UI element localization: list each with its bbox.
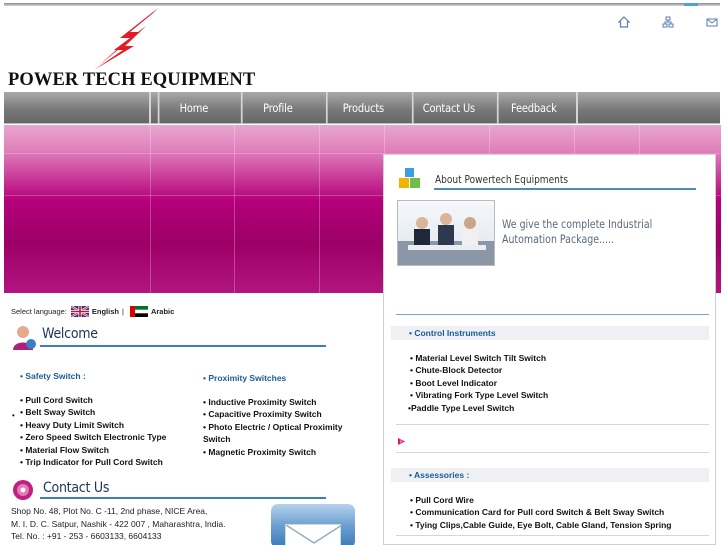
user-icon — [11, 324, 37, 352]
top-rule — [4, 3, 720, 6]
nav-products[interactable]: Products — [325, 92, 399, 124]
about-text: We give the complete Industrial Automati… — [502, 217, 653, 246]
welcome-heading: Welcome — [42, 326, 98, 342]
nav-feedback[interactable]: Feedback — [496, 92, 569, 124]
language-selector: Select language: English | Arabic — [11, 305, 174, 318]
list-item[interactable]: • Communication Card for Pull cord Switc… — [410, 506, 671, 518]
about-underline — [434, 188, 696, 190]
safety-switch-heading[interactable]: • Safety Switch : — [20, 371, 86, 381]
contact-heading: Contact Us — [43, 480, 110, 496]
nav-home[interactable]: Home — [157, 92, 229, 124]
uae-flag-icon[interactable] — [129, 306, 148, 317]
list-item[interactable]: • Boot Level Indicator — [410, 377, 548, 389]
envelope-icon — [285, 524, 343, 545]
nav-separator — [149, 92, 151, 124]
nav-profile[interactable]: Profile — [240, 92, 313, 124]
language-arabic[interactable]: Arabic — [151, 307, 174, 316]
lightning-bolt-icon — [94, 8, 158, 70]
nav-contact-us[interactable]: Contact Us — [411, 92, 484, 124]
bullet: • — [12, 411, 15, 420]
main-nav: Home Profile Products Contact Us Feedbac… — [4, 92, 720, 124]
list-item[interactable]: • Belt Sway Switch — [20, 406, 166, 418]
proximity-switches-heading[interactable]: • Proximity Switches — [203, 373, 286, 383]
list-item[interactable]: • Pull Cord Switch — [20, 394, 166, 406]
list-item[interactable]: • Pull Cord Wire — [410, 494, 671, 506]
divider — [396, 535, 709, 536]
list-item[interactable]: • Tying Clips,Cable Guide, Eye Bolt, Cab… — [410, 519, 671, 531]
welcome-underline — [40, 345, 326, 347]
cubes-icon — [397, 167, 423, 191]
address-line: M. I. D. C. Satpur, Nashik - 422 007 , M… — [11, 518, 226, 529]
divider — [396, 424, 709, 425]
top-icons — [616, 16, 726, 30]
company-name: POWER TECH EQUIPMENT — [8, 70, 256, 90]
language-separator: | — [121, 307, 124, 316]
email-button[interactable] — [271, 504, 355, 545]
contact-address: Shop No. 48, Plot No. C -11, 2nd phase, … — [11, 505, 226, 543]
home-icon[interactable] — [617, 16, 631, 28]
control-instruments-list: • Material Level Switch Tilt Switch • Ch… — [408, 352, 548, 414]
about-panel: About Powertech Equipments We give the c… — [383, 154, 716, 545]
about-title: About Powertech Equipments — [435, 173, 569, 186]
list-item[interactable]: • Chute-Block Detector — [410, 364, 548, 376]
divider — [396, 452, 709, 453]
company-logo[interactable]: POWER TECH EQUIPMENT — [6, 8, 255, 92]
list-item[interactable]: •Paddle Type Level Switch — [408, 402, 548, 414]
list-item[interactable]: • Vibrating Fork Type Level Switch — [410, 389, 548, 401]
arrow-bullet-icon — [397, 437, 406, 448]
list-item[interactable]: • Photo Electric / Optical Proximity Swi… — [203, 421, 353, 446]
list-item[interactable]: • Inductive Proximity Switch — [203, 396, 353, 408]
accessories-heading[interactable]: • Assessories : — [391, 468, 709, 482]
list-item[interactable]: • Heavy Duty Limit Switch — [20, 419, 166, 431]
phone-line: Tel. No. : +91 - 253 - 6603133, 6604133 — [11, 531, 162, 541]
list-item[interactable]: • Magnetic Proximity Switch — [203, 446, 353, 458]
nav-separator — [576, 92, 578, 124]
list-item[interactable]: • Material Level Switch Tilt Switch — [410, 352, 548, 364]
list-item[interactable]: • Zero Speed Switch Electronic Type — [20, 431, 166, 443]
list-item[interactable]: • Trip Indicator for Pull Cord Switch — [20, 456, 166, 468]
language-english[interactable]: English — [92, 307, 119, 316]
office-meeting-photo — [397, 200, 495, 266]
sitemap-icon[interactable] — [662, 16, 674, 28]
address-line: Shop No. 48, Plot No. C -11, 2nd phase, … — [11, 506, 208, 516]
top-rule-accent — [684, 3, 698, 6]
contact-underline — [40, 497, 326, 499]
list-item[interactable]: • Capacitive Proximity Switch — [203, 408, 353, 420]
accessories-list: • Pull Cord Wire • Communication Card fo… — [410, 494, 671, 531]
contact-globe-icon — [11, 478, 35, 504]
uk-flag-icon[interactable] — [70, 305, 90, 318]
control-instruments-heading[interactable]: • Control Instruments — [391, 326, 709, 340]
list-item[interactable]: • Material Flow Switch — [20, 444, 166, 456]
mail-icon[interactable] — [706, 16, 718, 28]
proximity-switches-list: • Inductive Proximity Switch • Capacitiv… — [203, 396, 353, 458]
safety-switch-list: • Pull Cord Switch • Belt Sway Switch • … — [20, 394, 166, 468]
language-label: Select language: — [11, 307, 67, 316]
divider — [396, 314, 709, 315]
